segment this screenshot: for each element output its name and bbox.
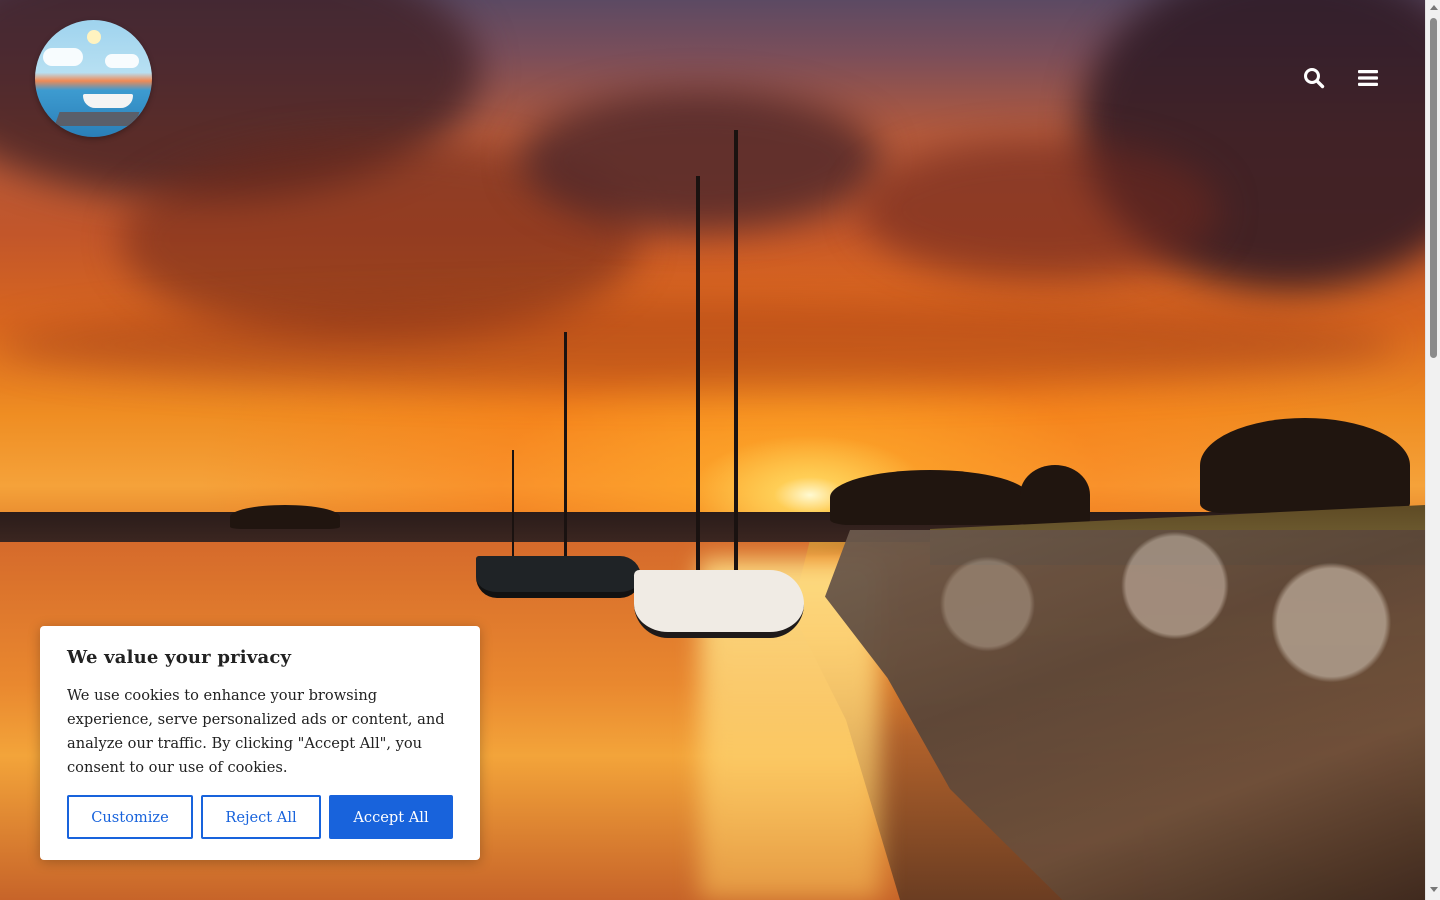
menu-button[interactable]: [1354, 64, 1382, 92]
rocky-shore: [825, 530, 1425, 900]
search-button[interactable]: [1300, 64, 1328, 92]
sailboat-hull: [634, 570, 804, 638]
consent-title: We value your privacy: [67, 647, 292, 668]
search-icon: [1304, 68, 1325, 89]
cookie-consent-banner: We value your privacy We use cookies to …: [40, 626, 480, 860]
logo-pier: [54, 112, 140, 126]
sailboat-hull: [476, 556, 641, 598]
logo-boat: [83, 94, 133, 108]
site-logo[interactable]: [35, 20, 152, 137]
customize-button[interactable]: Customize: [67, 795, 193, 839]
menu-icon: [1358, 70, 1378, 86]
logo-cloud: [43, 48, 83, 66]
page: We value your privacy We use cookies to …: [0, 0, 1440, 900]
logo-cloud: [105, 54, 139, 68]
accept-all-button[interactable]: Accept All: [329, 795, 453, 839]
consent-description: We use cookies to enhance your browsing …: [67, 687, 445, 776]
cloud: [520, 90, 880, 230]
boat-mast: [696, 176, 700, 570]
scrollbar-thumb[interactable]: [1430, 18, 1437, 358]
boat-mast: [512, 450, 514, 556]
tree-silhouette: [1200, 418, 1410, 513]
boat-mast: [734, 130, 738, 570]
logo-sun: [87, 30, 101, 44]
cloud: [0, 300, 1400, 390]
reject-all-button[interactable]: Reject All: [201, 795, 321, 839]
scroll-down-icon[interactable]: [1430, 887, 1438, 892]
tree-silhouette: [830, 470, 1030, 525]
cloud: [860, 140, 1220, 280]
page-scrollbar[interactable]: [1425, 0, 1440, 900]
boat-mast: [564, 332, 567, 556]
consent-button-group: Customize Reject All Accept All: [67, 795, 453, 839]
tree-silhouette: [1020, 465, 1090, 525]
tree-silhouette: [230, 505, 340, 529]
scroll-up-icon[interactable]: [1430, 5, 1438, 10]
